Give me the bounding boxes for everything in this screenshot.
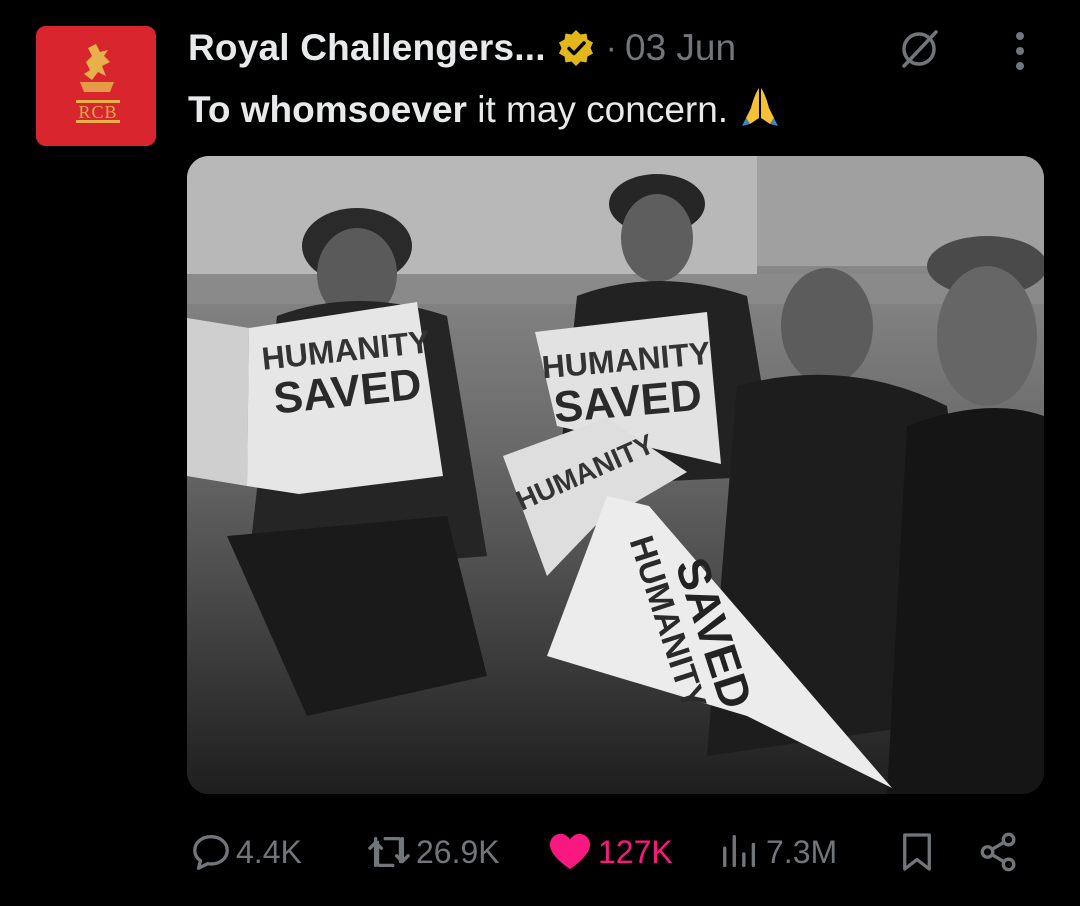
newspaper-1: HUMANITY SAVED <box>187 302 443 494</box>
share-icon <box>980 832 1016 872</box>
rcb-logo: RCB <box>36 26 156 146</box>
analytics-bars-icon <box>723 835 756 868</box>
tweet-text-rest: it may concern. <box>466 89 729 130</box>
repost-button[interactable]: 26.9K <box>366 826 500 878</box>
tweet-date[interactable]: 03 Jun <box>625 27 736 69</box>
tweet-text: To whomsoever it may concern. <box>188 84 782 134</box>
more-options-icon[interactable] <box>1005 30 1035 72</box>
tweet-header: Royal Challengers... · 03 Jun <box>188 22 736 74</box>
heart-filled-icon <box>549 833 591 870</box>
newspaper-photo: HUMANITY SAVED HUMANITY SAVED HUMANITY H… <box>187 156 1044 794</box>
reply-count: 4.4K <box>236 833 302 870</box>
separator-dot: · <box>605 28 617 67</box>
views-button[interactable]: 7.3M <box>718 826 837 878</box>
verified-badge-icon[interactable] <box>556 28 596 68</box>
account-avatar[interactable]: RCB <box>36 26 156 146</box>
repost-icon <box>368 836 410 868</box>
view-count: 7.3M <box>766 833 838 870</box>
like-button[interactable]: 127K <box>546 826 673 878</box>
like-count: 127K <box>598 833 673 870</box>
tweet-text-bold: To whomsoever <box>188 89 467 130</box>
grok-icon[interactable] <box>896 26 942 72</box>
tweet-image[interactable]: HUMANITY SAVED HUMANITY SAVED HUMANITY H… <box>187 156 1044 794</box>
share-button[interactable] <box>978 826 1020 878</box>
reply-button[interactable]: 4.4K <box>190 826 302 878</box>
tweet-actions: 4.4K 26.9K 127K 7.3M <box>0 826 1080 878</box>
bookmark-icon <box>903 833 931 871</box>
folded-hands-emoji-icon <box>742 88 779 126</box>
account-name[interactable]: Royal Challengers... <box>188 27 546 69</box>
bookmark-button[interactable] <box>900 826 934 878</box>
reply-icon <box>193 835 229 870</box>
repost-count: 26.9K <box>416 833 500 870</box>
avatar-text: RCB <box>78 102 117 122</box>
